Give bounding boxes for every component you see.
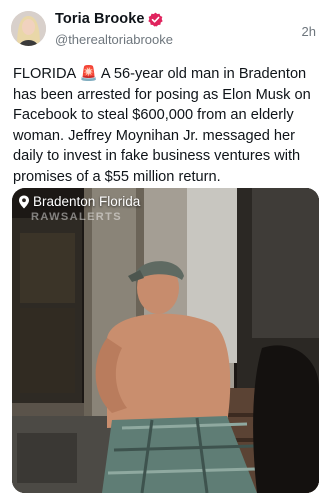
verified-badge-icon — [147, 12, 163, 27]
avatar-image — [11, 11, 46, 46]
author-name-text: Toria Brooke — [55, 11, 145, 27]
post-card: Toria Brooke @therealtoriabrooke 2h FLOR… — [0, 0, 331, 500]
author-handle[interactable]: @therealtoriabrooke — [55, 32, 173, 47]
post-timestamp[interactable]: 2h — [302, 24, 316, 39]
avatar[interactable] — [11, 11, 46, 46]
post-media-image[interactable]: Bradenton Florida RAWSALERTS — [12, 188, 319, 493]
arrest-photo — [12, 188, 319, 493]
location-label: Bradenton Florida — [33, 194, 141, 209]
location-tag: Bradenton Florida — [18, 194, 140, 209]
author-name[interactable]: Toria Brooke — [55, 11, 163, 27]
post-text: FLORIDA 🚨 A 56-year old man in Bradenton… — [13, 66, 311, 185]
map-pin-icon — [19, 195, 29, 208]
watermark-text: RAWSALERTS — [31, 211, 122, 223]
